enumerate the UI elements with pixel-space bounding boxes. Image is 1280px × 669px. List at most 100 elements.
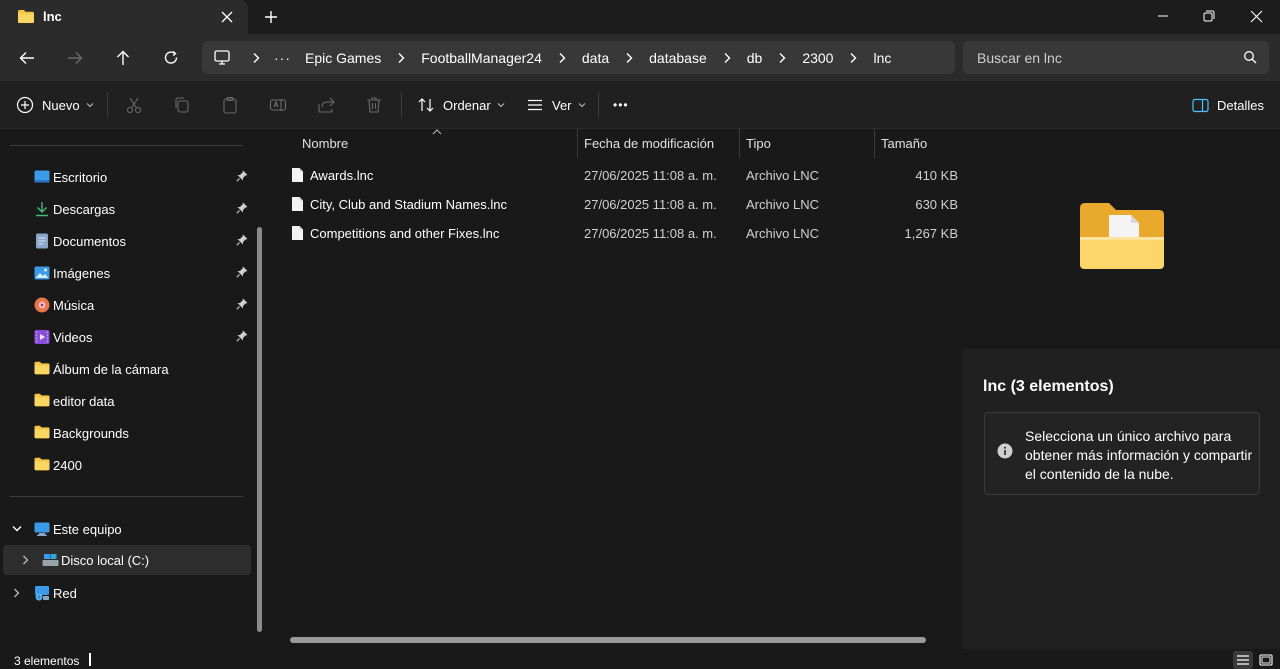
chevron-right-icon[interactable] xyxy=(841,52,865,64)
crumb-db[interactable]: db xyxy=(739,50,771,66)
breadcrumb[interactable]: ··· Epic Games FootballManager24 data da… xyxy=(202,41,955,74)
sidebar-item-escritorio[interactable]: Escritorio xyxy=(0,162,254,192)
details-title: lnc (3 elementos) xyxy=(983,378,1114,395)
cut-icon[interactable] xyxy=(124,95,144,115)
maximize-button[interactable] xyxy=(1196,4,1222,28)
sidebar-item-musica[interactable]: Música xyxy=(0,290,254,320)
divider xyxy=(107,92,108,118)
sidebar-item-red[interactable]: Red xyxy=(0,578,254,608)
sidebar-item-label: Videos xyxy=(53,330,93,345)
sidebar-item-label: Backgrounds xyxy=(53,426,129,441)
pin-icon[interactable] xyxy=(236,298,248,310)
chevron-down-icon[interactable] xyxy=(12,525,22,532)
up-arrow-icon[interactable] xyxy=(111,46,135,70)
search-input[interactable]: Buscar en lnc xyxy=(963,41,1269,74)
plus-icon[interactable] xyxy=(262,8,280,26)
file-modified: 27/06/2025 11:08 a. m. xyxy=(584,226,717,241)
tiles-view-icon[interactable] xyxy=(1256,651,1276,669)
folder-icon xyxy=(34,361,50,377)
sidebar-item-album-camara[interactable]: Álbum de la cámara xyxy=(0,354,254,384)
table-row[interactable]: Competitions and other Fixes.lnc 27/06/2… xyxy=(270,219,960,247)
details-view-icon[interactable] xyxy=(1233,651,1253,669)
delete-icon[interactable] xyxy=(364,95,384,115)
chevron-down-icon xyxy=(578,102,586,108)
column-divider[interactable] xyxy=(874,129,875,158)
breadcrumb-overflow[interactable]: ··· xyxy=(268,50,297,66)
crumb-epic-games[interactable]: Epic Games xyxy=(297,50,389,66)
file-type: Archivo LNC xyxy=(746,197,819,212)
paste-icon[interactable] xyxy=(220,95,240,115)
file-size: 630 KB xyxy=(915,197,958,212)
chevron-down-icon xyxy=(497,102,505,108)
copy-icon[interactable] xyxy=(172,95,192,115)
tab-lnc[interactable]: lnc xyxy=(0,0,248,34)
close-icon[interactable] xyxy=(218,8,236,26)
column-divider[interactable] xyxy=(577,129,578,158)
crumb-footballmanager24[interactable]: FootballManager24 xyxy=(413,50,550,66)
info-icon xyxy=(997,443,1013,459)
sidebar-item-2400[interactable]: 2400 xyxy=(0,450,254,480)
pin-icon[interactable] xyxy=(236,330,248,342)
forward-arrow-icon[interactable] xyxy=(63,46,87,70)
column-header-modified[interactable]: Fecha de modificación xyxy=(584,129,714,158)
chevron-right-icon[interactable] xyxy=(715,52,739,64)
sidebar-item-label: Álbum de la cámara xyxy=(53,362,169,377)
chevron-right-icon[interactable] xyxy=(550,52,574,64)
minimize-button[interactable] xyxy=(1150,4,1176,28)
back-arrow-icon[interactable] xyxy=(15,46,39,70)
folder-icon xyxy=(34,393,50,409)
chevron-right-icon[interactable] xyxy=(22,555,29,565)
sidebar-item-descargas[interactable]: Descargas xyxy=(0,194,254,224)
chevron-right-icon[interactable] xyxy=(389,52,413,64)
close-window-button[interactable] xyxy=(1243,4,1269,28)
table-row[interactable]: Awards.lnc 27/06/2025 11:08 a. m. Archiv… xyxy=(270,161,960,189)
new-button[interactable]: Nuevo xyxy=(16,93,94,117)
chevron-right-icon[interactable] xyxy=(770,52,794,64)
chevron-right-icon[interactable] xyxy=(244,52,268,64)
column-header-type[interactable]: Tipo xyxy=(746,129,771,158)
file-name: Competitions and other Fixes.lnc xyxy=(310,226,500,241)
computer-icon xyxy=(34,521,50,537)
view-button[interactable]: Ver xyxy=(526,93,586,117)
column-divider[interactable] xyxy=(739,129,740,158)
file-type: Archivo LNC xyxy=(746,168,819,183)
sort-button[interactable]: Ordenar xyxy=(417,93,505,117)
sidebar-item-disco-local[interactable]: Disco local (C:) xyxy=(3,545,251,575)
sidebar-item-label: editor data xyxy=(53,394,115,409)
sidebar-item-documentos[interactable]: Documentos xyxy=(0,226,254,256)
table-row[interactable]: City, Club and Stadium Names.lnc 27/06/2… xyxy=(270,190,960,218)
document-icon xyxy=(34,233,50,249)
column-header-name[interactable]: Nombre xyxy=(302,129,348,158)
folder-icon xyxy=(34,457,50,473)
pin-icon[interactable] xyxy=(236,202,248,214)
crumb-database[interactable]: database xyxy=(641,50,715,66)
file-size: 1,267 KB xyxy=(904,226,959,241)
command-bar: Nuevo Ordenar Ver ••• Detalles xyxy=(0,81,1280,129)
pin-icon[interactable] xyxy=(236,266,248,278)
crumb-data[interactable]: data xyxy=(574,50,617,66)
sidebar-item-videos[interactable]: Videos xyxy=(0,322,254,352)
sidebar-item-imagenes[interactable]: Imágenes xyxy=(0,258,254,288)
horizontal-scrollbar[interactable] xyxy=(290,637,926,643)
column-header-size[interactable]: Tamaño xyxy=(881,129,927,158)
sidebar-item-este-equipo[interactable]: Este equipo xyxy=(0,514,254,544)
chevron-right-icon[interactable] xyxy=(13,588,20,598)
details-button[interactable]: Detalles xyxy=(1192,93,1264,117)
details-label: Detalles xyxy=(1217,97,1264,113)
refresh-icon[interactable] xyxy=(159,46,183,70)
sidebar-item-label: Red xyxy=(53,586,77,601)
rename-icon[interactable] xyxy=(268,95,288,115)
navigation-pane: Escritorio Descargas Documentos Imágenes… xyxy=(0,129,268,649)
pin-icon[interactable] xyxy=(236,234,248,246)
sidebar-item-label: Imágenes xyxy=(53,266,111,281)
crumb-2300[interactable]: 2300 xyxy=(794,50,841,66)
divider xyxy=(10,145,243,146)
sidebar-scrollbar[interactable] xyxy=(257,227,262,632)
share-icon[interactable] xyxy=(316,95,336,115)
pin-icon[interactable] xyxy=(236,170,248,182)
crumb-lnc[interactable]: lnc xyxy=(865,50,899,66)
chevron-right-icon[interactable] xyxy=(617,52,641,64)
sidebar-item-backgrounds[interactable]: Backgrounds xyxy=(0,418,254,448)
more-options-button[interactable]: ••• xyxy=(613,93,629,117)
sidebar-item-editor-data[interactable]: editor data xyxy=(0,386,254,416)
